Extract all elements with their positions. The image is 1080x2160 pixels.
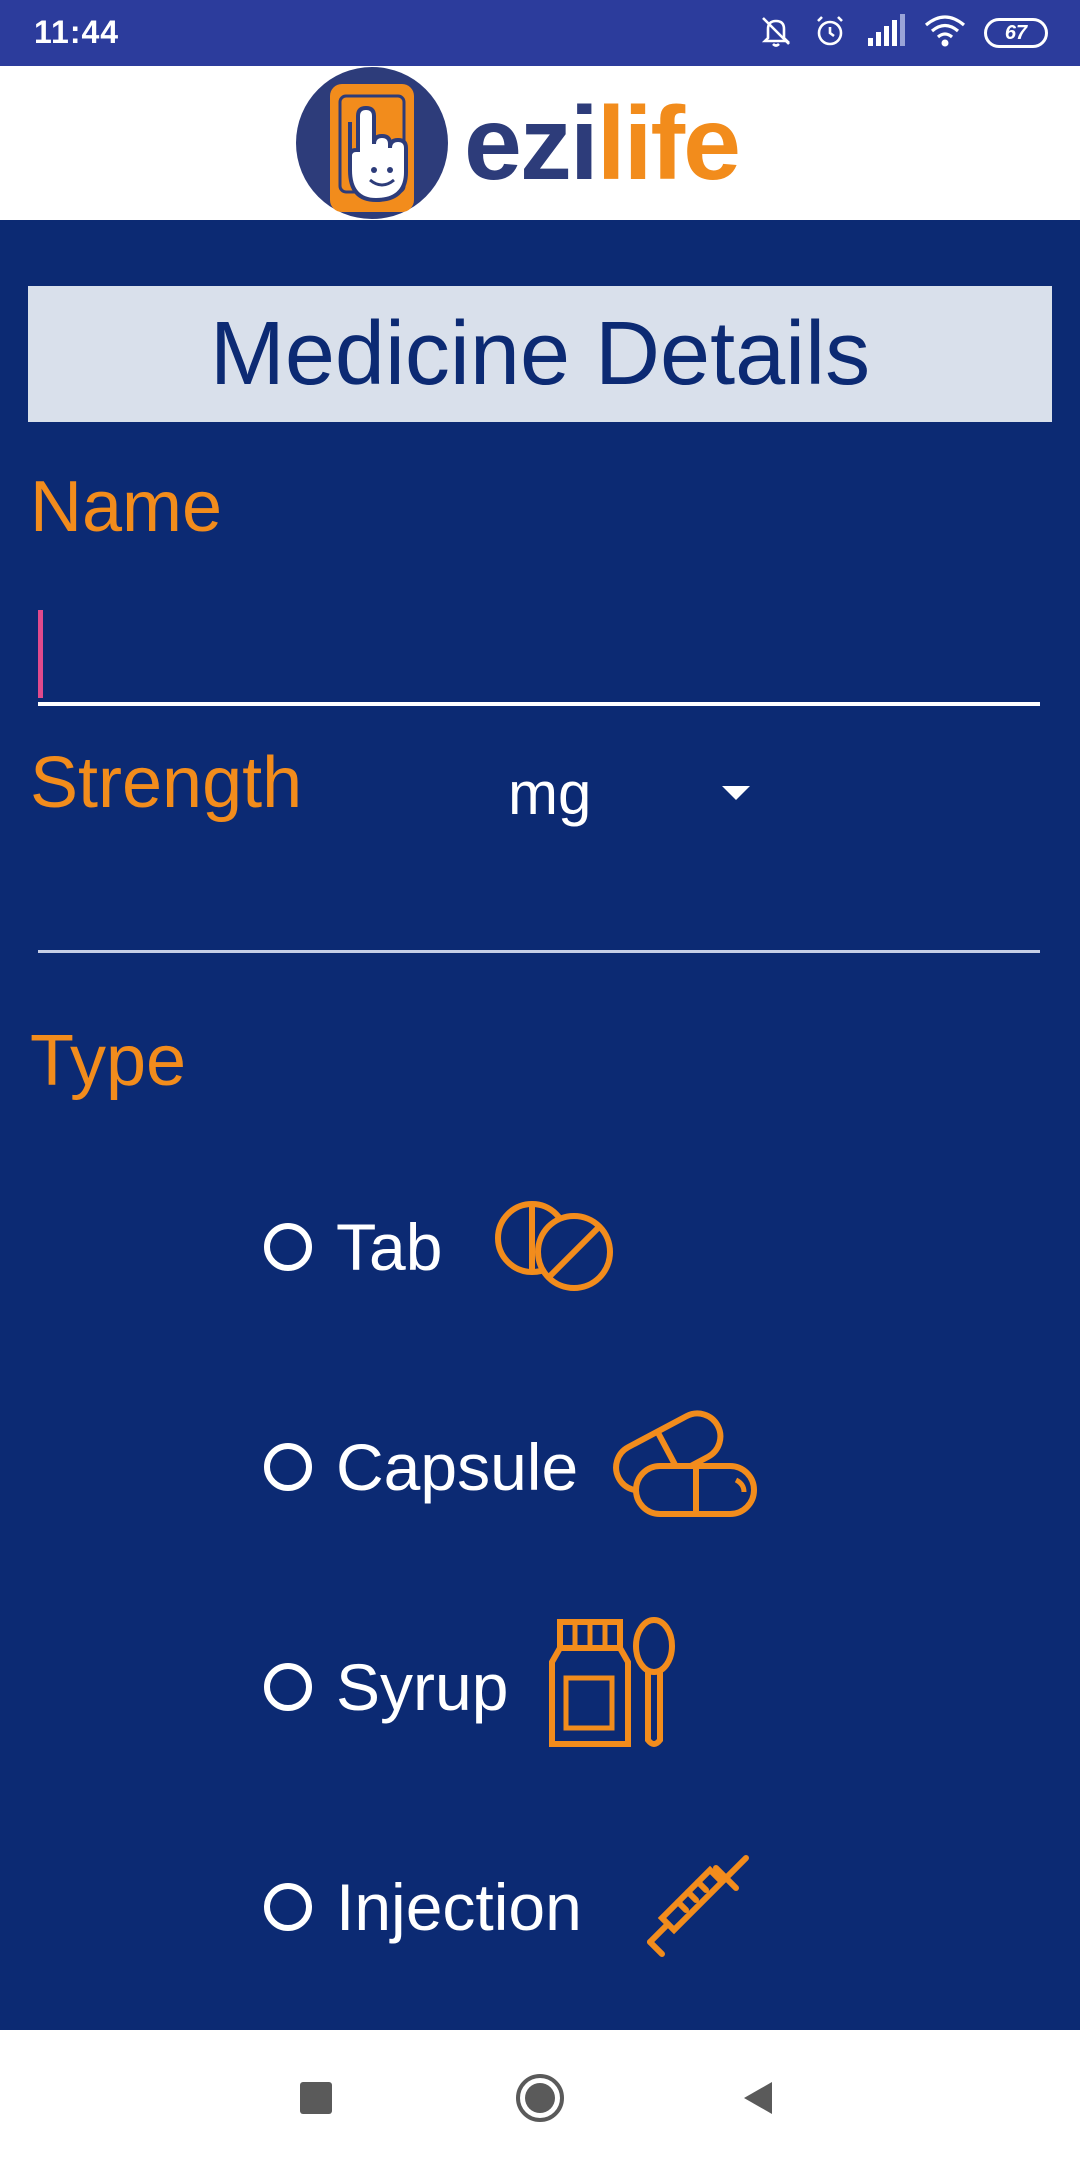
status-bar: 11:44 67: [0, 0, 1080, 66]
page-title: Medicine Details: [28, 286, 1052, 422]
status-icons: 67: [758, 12, 1048, 54]
logo-hand-icon: [296, 67, 448, 219]
mute-notifications-icon: [758, 13, 794, 54]
tablet-icon: [494, 1196, 618, 1299]
name-input-underline: [38, 702, 1040, 706]
type-option-syrup[interactable]: Syrup: [264, 1632, 508, 1742]
name-label: Name: [30, 467, 223, 547]
capsule-icon: [608, 1410, 758, 1523]
syrup-icon: [548, 1616, 678, 1755]
strength-input-underline: [38, 950, 1040, 953]
radio-button[interactable]: [264, 1663, 312, 1711]
radio-button[interactable]: [264, 1223, 312, 1271]
signal-icon: [866, 13, 906, 53]
logo-wordmark: ezilife: [464, 86, 741, 202]
type-label: Type: [30, 1021, 187, 1101]
home-icon[interactable]: [510, 2068, 570, 2128]
radio-button[interactable]: [264, 1883, 312, 1931]
status-time: 11:44: [34, 14, 120, 50]
type-option-label: Tab: [336, 1210, 443, 1284]
type-option-capsule[interactable]: Capsule: [264, 1412, 578, 1522]
type-option-label: Syrup: [336, 1650, 509, 1724]
type-option-tab[interactable]: Tab: [264, 1192, 442, 1302]
battery-icon: 67: [984, 18, 1048, 48]
strength-input[interactable]: [38, 860, 1040, 950]
name-input[interactable]: [38, 600, 1040, 700]
type-option-label: Injection: [336, 1870, 582, 1944]
radio-button[interactable]: [264, 1443, 312, 1491]
type-option-injection[interactable]: Injection: [264, 1852, 582, 1962]
strength-label: Strength: [30, 743, 303, 823]
wifi-icon: [924, 14, 966, 53]
app-logo: ezilife: [294, 66, 814, 220]
system-navigation-bar: [0, 2030, 1080, 2160]
back-icon[interactable]: [728, 2068, 788, 2128]
unit-dropdown[interactable]: mg: [508, 748, 768, 838]
recents-icon[interactable]: [286, 2068, 346, 2128]
battery-level: 67: [1004, 21, 1028, 44]
syringe-icon: [644, 1852, 752, 1965]
chevron-down-icon: [722, 786, 750, 800]
app-header: ezilife: [0, 66, 1080, 220]
alarm-icon: [812, 13, 848, 54]
unit-selected-value: mg: [508, 759, 592, 827]
type-option-label: Capsule: [336, 1430, 579, 1504]
